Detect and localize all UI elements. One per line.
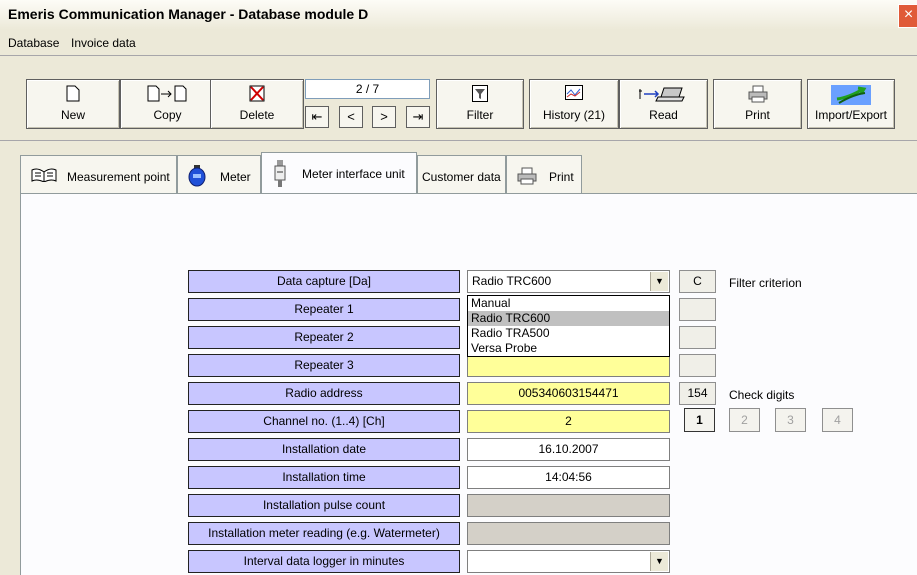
repeater-1-status-box <box>679 298 716 321</box>
menu-bar: Database Invoice data <box>0 32 917 52</box>
tab-measurement-point[interactable]: Measurement point <box>20 155 177 193</box>
new-button[interactable]: New <box>26 79 120 129</box>
import-export-label: Import/Export <box>814 108 888 122</box>
record-navigator: 2 / 7 ⇤ < > ⇥ <box>305 79 430 129</box>
channel-no-field[interactable]: 2 <box>467 410 670 433</box>
chevron-down-icon[interactable]: ▼ <box>650 552 668 571</box>
dropdown-option-radio-tra500[interactable]: Radio TRA500 <box>468 326 669 341</box>
repeater-3-status-box <box>679 354 716 377</box>
chevron-down-icon[interactable]: ▼ <box>650 272 668 291</box>
installation-date-field[interactable]: 16.10.2007 <box>467 438 670 461</box>
repeater-3-field[interactable] <box>467 354 670 377</box>
label-data-capture: Data capture [Da] <box>188 270 460 293</box>
installation-meter-reading-field <box>467 522 670 545</box>
filter-code-box: C <box>679 270 716 293</box>
copy-icon <box>121 85 214 103</box>
label-repeater-1: Repeater 1 <box>188 298 460 321</box>
channel-1-button[interactable]: 1 <box>684 408 715 432</box>
menu-database[interactable]: Database <box>8 36 59 50</box>
tab-customer-data[interactable]: Customer data <box>417 155 506 193</box>
open-book-icon <box>31 168 57 185</box>
previous-record-button[interactable]: < <box>339 106 363 128</box>
print-label: Print <box>745 108 770 122</box>
dropdown-option-versa-probe[interactable]: Versa Probe <box>468 341 669 356</box>
label-interval-data-logger: Interval data logger in minutes <box>188 550 460 573</box>
check-digits-label: Check digits <box>729 388 795 402</box>
installation-pulse-count-field <box>467 494 670 517</box>
channel-2-button[interactable]: 2 <box>729 408 760 432</box>
import-export-button[interactable]: Import/Export <box>807 79 895 129</box>
interval-data-logger-select[interactable]: ▼ <box>467 550 670 573</box>
print-button[interactable]: Print <box>713 79 802 129</box>
copy-label: Copy <box>153 108 182 122</box>
data-capture-dropdown-list: Manual Radio TRC600 Radio TRA500 Versa P… <box>467 295 670 357</box>
repeater-2-status-box <box>679 326 716 349</box>
new-label: New <box>60 108 85 122</box>
radio-address-field[interactable]: 005340603154471 <box>467 382 670 405</box>
label-radio-address: Radio address <box>188 382 460 405</box>
tab-print[interactable]: Print <box>506 155 582 193</box>
read-laptop-icon <box>620 85 707 103</box>
delete-button[interactable]: Delete <box>210 79 304 129</box>
tab-meter-label: Meter <box>220 170 251 184</box>
toolbar-separator <box>0 140 917 141</box>
filter-icon <box>437 85 523 103</box>
read-button[interactable]: Read <box>619 79 708 129</box>
label-repeater-2: Repeater 2 <box>188 326 460 349</box>
history-button[interactable]: History (21) <box>529 79 619 129</box>
import-export-arrows-icon <box>808 85 894 105</box>
menu-invoice-data[interactable]: Invoice data <box>71 36 136 50</box>
label-repeater-3: Repeater 3 <box>188 354 460 377</box>
next-record-button[interactable]: > <box>372 106 396 128</box>
channel-4-button[interactable]: 4 <box>822 408 853 432</box>
filter-label: Filter <box>466 108 494 122</box>
installation-time-field[interactable]: 14:04:56 <box>467 466 670 489</box>
tab-measurement-point-label: Measurement point <box>67 170 170 184</box>
label-installation-meter-reading: Installation meter reading (e.g. Waterme… <box>188 522 460 545</box>
title-bar: Emeris Communication Manager - Database … <box>0 0 917 30</box>
copy-button[interactable]: Copy <box>120 79 215 129</box>
history-chart-icon <box>530 85 618 103</box>
water-meter-icon <box>188 165 206 190</box>
tab-customer-data-label: Customer data <box>422 170 501 184</box>
history-label: History (21) <box>542 108 605 122</box>
new-document-icon <box>27 85 119 103</box>
close-button[interactable]: × <box>898 4 917 28</box>
printer-icon <box>714 85 801 103</box>
menu-separator <box>0 55 917 56</box>
filter-button[interactable]: Filter <box>436 79 524 129</box>
label-channel-no: Channel no. (1..4) [Ch] <box>188 410 460 433</box>
label-installation-pulse-count: Installation pulse count <box>188 494 460 517</box>
label-installation-date: Installation date <box>188 438 460 461</box>
data-capture-select[interactable]: Radio TRC600 ▼ <box>467 270 670 293</box>
interface-unit-device-icon <box>272 160 288 191</box>
printer-icon <box>517 167 537 188</box>
delete-label: Delete <box>239 108 275 122</box>
last-record-button[interactable]: ⇥ <box>406 106 430 128</box>
first-record-button[interactable]: ⇤ <box>305 106 329 128</box>
delete-icon <box>211 85 303 103</box>
dropdown-option-radio-trc600[interactable]: Radio TRC600 <box>468 311 669 326</box>
tab-meter-interface-unit[interactable]: Meter interface unit <box>261 152 417 195</box>
tab-print-label: Print <box>549 170 574 184</box>
read-label: Read <box>649 108 678 122</box>
data-capture-value: Radio TRC600 <box>472 274 552 288</box>
record-counter: 2 / 7 <box>305 79 430 99</box>
tab-meter[interactable]: Meter <box>177 155 261 193</box>
label-installation-time: Installation time <box>188 466 460 489</box>
dropdown-option-manual[interactable]: Manual <box>468 296 669 311</box>
window-title: Emeris Communication Manager - Database … <box>8 6 369 22</box>
check-digits-value-box: 154 <box>679 382 716 405</box>
filter-criterion-label: Filter criterion <box>729 276 802 290</box>
channel-3-button[interactable]: 3 <box>775 408 806 432</box>
tab-meter-interface-unit-label: Meter interface unit <box>302 167 405 181</box>
